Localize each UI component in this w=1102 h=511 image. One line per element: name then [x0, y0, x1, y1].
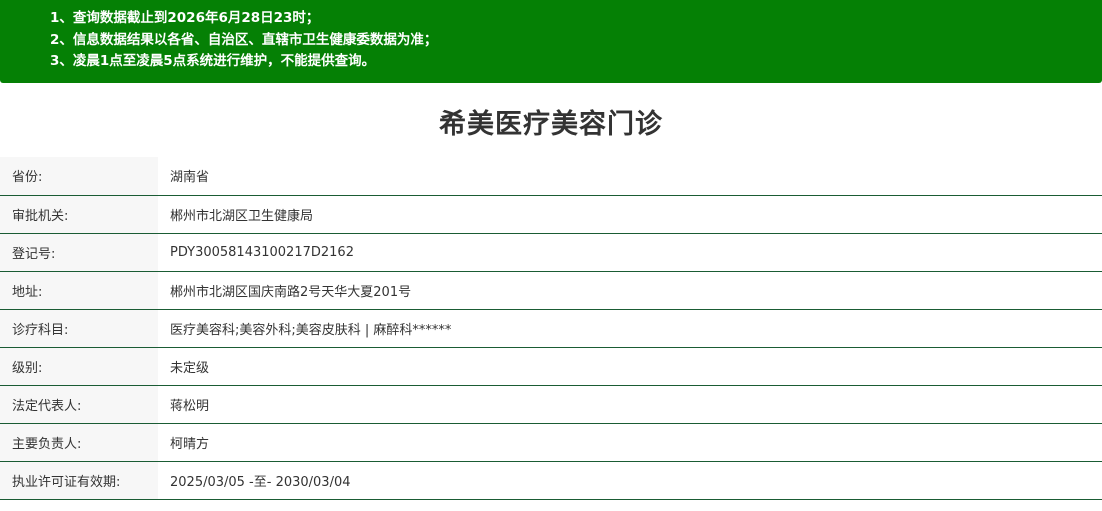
notice-line-1: 1、查询数据截止到2026年6月28日23时；: [50, 10, 320, 26]
table-row-registration-number: 登记号: PDY30058143100217D2162: [0, 233, 1102, 272]
table-row-legal-representative: 法定代表人: 蒋松明: [0, 385, 1102, 424]
row-value: 2025/03/05 -至- 2030/03/04: [158, 461, 1102, 500]
table-row-departments: 诊疗科目: 医疗美容科;美容外科;美容皮肤科 | 麻醉科******: [0, 309, 1102, 348]
row-label: 诊疗科目:: [0, 309, 158, 348]
row-value: 医疗美容科;美容外科;美容皮肤科 | 麻醉科******: [158, 309, 1102, 348]
table-row-province: 省份: 湖南省: [0, 157, 1102, 196]
page-title: 希美医疗美容门诊: [439, 109, 663, 140]
row-label: 主要负责人:: [0, 423, 158, 462]
row-label: 执业许可证有效期:: [0, 461, 158, 500]
row-value: 未定级: [158, 347, 1102, 386]
row-label: 法定代表人:: [0, 385, 158, 424]
row-value: 湖南省: [158, 157, 1102, 196]
notice-banner: 1、查询数据截止到2026年6月28日23时； 2、信息数据结果以各省、自治区、…: [0, 0, 1102, 83]
table-row-level: 级别: 未定级: [0, 347, 1102, 386]
table-row-address: 地址: 郴州市北湖区国庆南路2号天华大夏201号: [0, 271, 1102, 310]
table-row-license-validity: 执业许可证有效期: 2025/03/05 -至- 2030/03/04: [0, 461, 1102, 500]
notice-line-2: 2、信息数据结果以各省、自治区、直辖市卫生健康委数据为准；: [50, 31, 438, 48]
row-label: 级别:: [0, 347, 158, 386]
row-value: 郴州市北湖区卫生健康局: [158, 195, 1102, 234]
row-value: PDY30058143100217D2162: [158, 233, 1102, 272]
notice-line-3: 3、凌晨1点至凌晨5点系统进行维护，不能提供查询。: [50, 53, 376, 69]
row-label: 登记号:: [0, 233, 158, 272]
info-table: 省份: 湖南省 审批机关: 郴州市北湖区卫生健康局 登记号: PDY300581…: [0, 157, 1102, 500]
row-value: 蒋松明: [158, 385, 1102, 424]
row-value: 柯晴方: [158, 423, 1102, 462]
row-label: 审批机关:: [0, 195, 158, 234]
row-label: 省份:: [0, 157, 158, 196]
table-row-approval-authority: 审批机关: 郴州市北湖区卫生健康局: [0, 195, 1102, 234]
row-value: 郴州市北湖区国庆南路2号天华大夏201号: [158, 271, 1102, 310]
row-label: 地址:: [0, 271, 158, 310]
table-row-principal: 主要负责人: 柯晴方: [0, 423, 1102, 462]
